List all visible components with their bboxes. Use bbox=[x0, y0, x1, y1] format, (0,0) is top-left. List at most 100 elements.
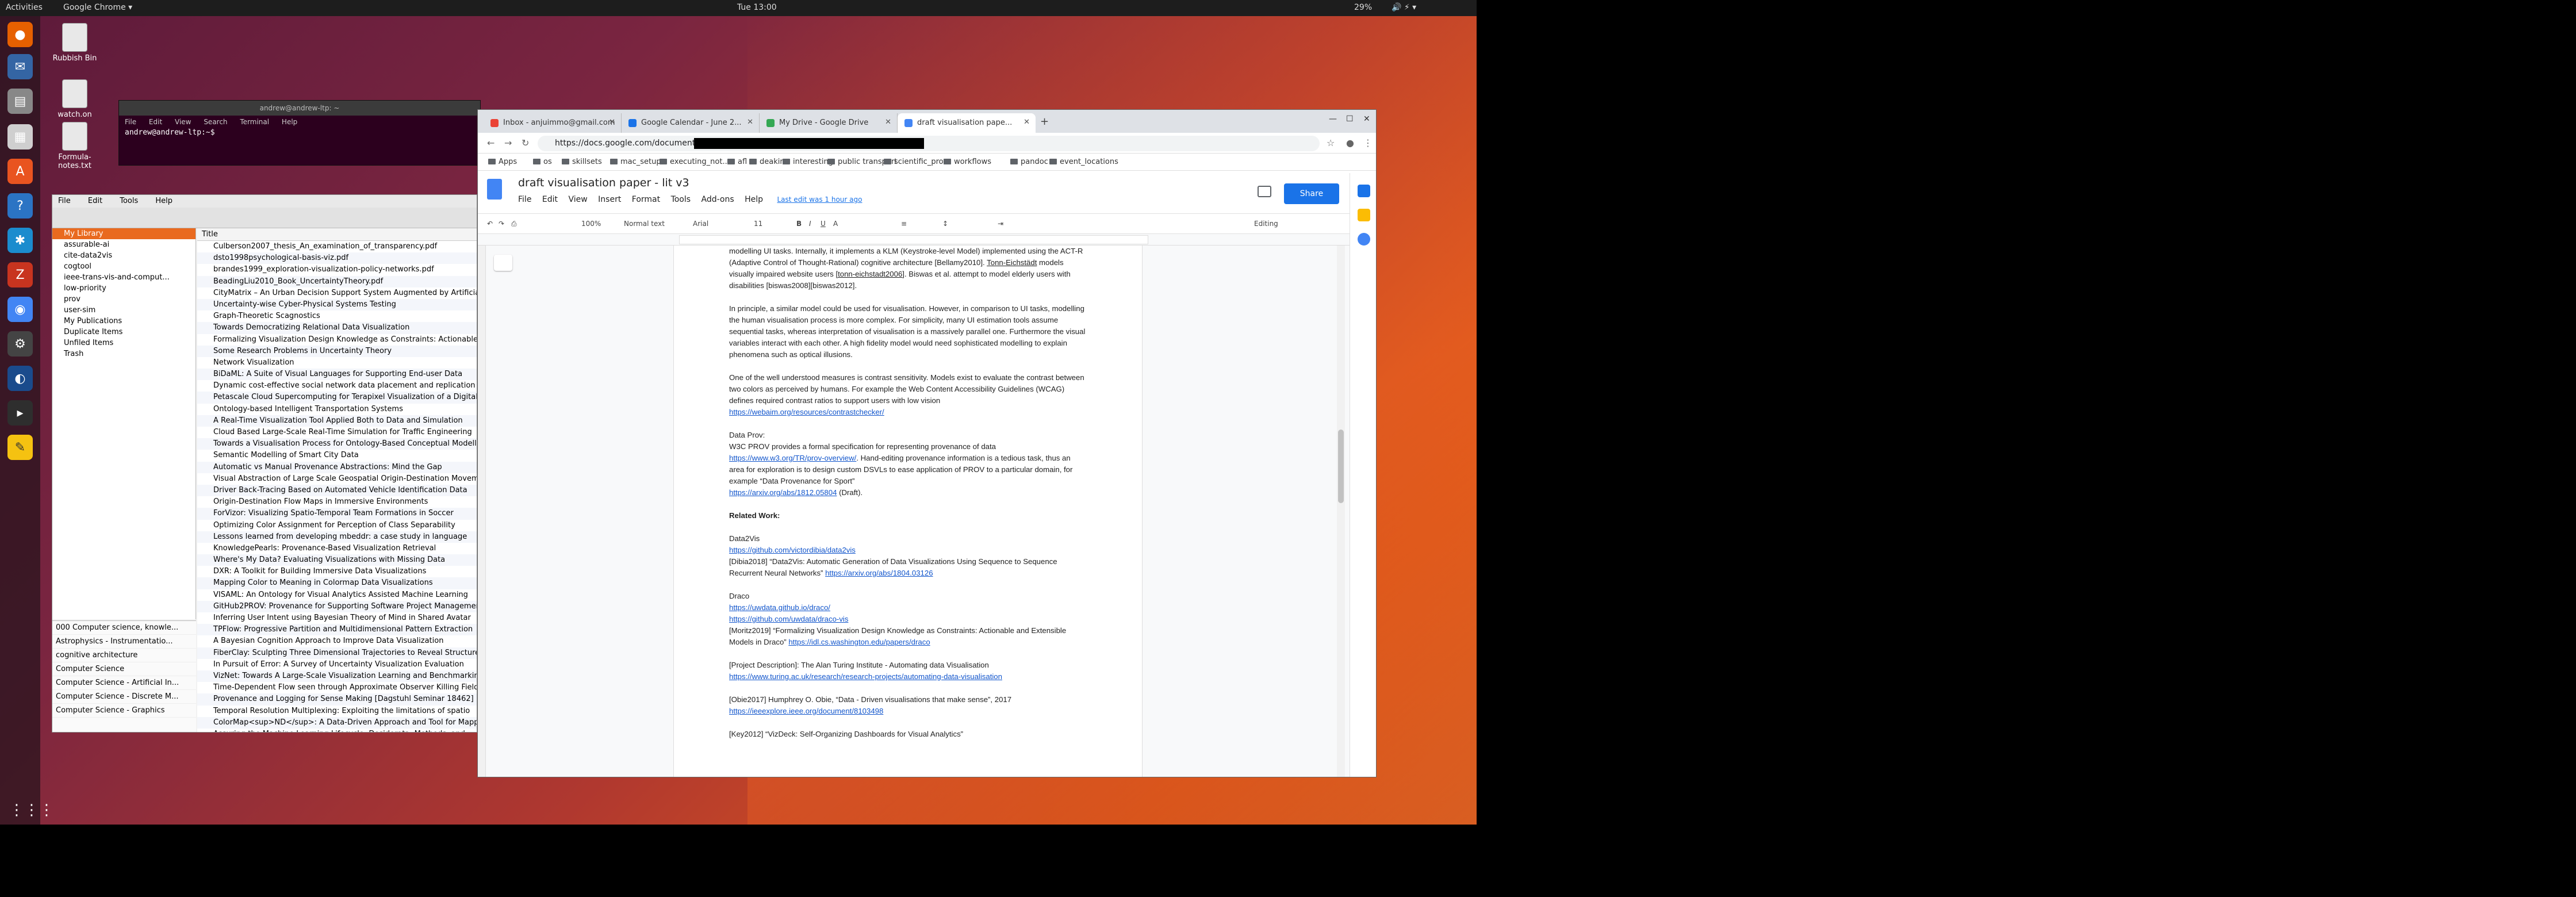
editing-mode-select[interactable]: Editing bbox=[1254, 220, 1278, 228]
library-item-row[interactable]: TPFlow: Progressive Partition and Multid… bbox=[197, 624, 477, 636]
font-select[interactable]: Arial bbox=[693, 220, 708, 228]
tag-item[interactable]: Computer Science bbox=[52, 662, 196, 676]
firefox-icon[interactable]: ● bbox=[7, 22, 33, 47]
last-edit-link[interactable]: Last edit was 1 hour ago bbox=[777, 195, 862, 204]
library-item-row[interactable]: Uncertainty-wise Cyber-Physical Systems … bbox=[197, 298, 477, 311]
line-spacing-icon[interactable]: ↕ bbox=[942, 220, 948, 228]
tag-item[interactable]: cognitive architecture bbox=[52, 649, 196, 662]
print-icon[interactable]: ⎙ bbox=[511, 220, 517, 228]
library-item-row[interactable]: Visual Abstraction of Large Scale Geospa… bbox=[197, 473, 477, 485]
help-icon[interactable]: ? bbox=[7, 193, 33, 218]
chrome-icon[interactable]: ◉ bbox=[7, 297, 33, 322]
docs-logo-icon[interactable] bbox=[487, 179, 502, 200]
files-icon[interactable]: ▤ bbox=[7, 89, 33, 114]
minimize-icon[interactable]: — bbox=[1329, 114, 1337, 124]
back-icon[interactable]: ← bbox=[487, 137, 494, 148]
new-tab-icon[interactable]: + bbox=[1040, 116, 1049, 128]
terminal-menu-terminal[interactable]: Terminal bbox=[240, 118, 269, 126]
chrome-menu-icon[interactable]: ⋮ bbox=[1363, 137, 1373, 148]
library-item-row[interactable]: A Real-Time Visualization Tool Applied B… bbox=[197, 415, 477, 427]
tag-item[interactable]: Computer Science - Discrete M... bbox=[52, 690, 196, 704]
library-item-row[interactable]: Some Research Problems in Uncertainty Th… bbox=[197, 345, 477, 357]
turing-link[interactable]: https://www.turing.ac.uk/research/resear… bbox=[729, 672, 1002, 681]
settings-icon[interactable]: ⚙ bbox=[7, 331, 33, 356]
terminal-menu-help[interactable]: Help bbox=[282, 118, 297, 126]
bookmark-folder[interactable]: interesting bbox=[783, 158, 833, 166]
terminal-icon[interactable]: ▸ bbox=[7, 400, 33, 425]
collection-item[interactable]: ieee-trans-vis-and-comput... bbox=[52, 272, 195, 283]
close-icon[interactable]: ✕ bbox=[885, 118, 891, 126]
docs-menu-view[interactable]: View bbox=[568, 195, 587, 204]
collection-item[interactable]: user-sim bbox=[52, 305, 195, 316]
library-item-row[interactable]: Dynamic cost-effective social network da… bbox=[197, 380, 477, 392]
library-item-row[interactable]: In Pursuit of Error: A Survey of Uncerta… bbox=[197, 659, 477, 670]
collection-item[interactable]: cite-data2vis bbox=[52, 250, 195, 261]
collection-item[interactable]: low-priority bbox=[52, 283, 195, 294]
close-icon[interactable]: ✕ bbox=[609, 118, 615, 126]
webaim-link[interactable]: https://webaim.org/resources/contrastche… bbox=[729, 408, 884, 416]
library-item-row[interactable]: Cloud Based Large-Scale Real-Time Simula… bbox=[197, 427, 477, 438]
tab-inbox[interactable]: Inbox - anjuimmo@gmail.com ✕ bbox=[484, 113, 622, 133]
tab-drive[interactable]: My Drive - Google Drive ✕ bbox=[760, 113, 898, 133]
docs-menu-tools[interactable]: Tools bbox=[671, 195, 691, 204]
terminal-menu-edit[interactable]: Edit bbox=[149, 118, 162, 126]
column-header-title[interactable]: Title bbox=[197, 228, 477, 241]
terminal-menu-view[interactable]: View bbox=[175, 118, 191, 126]
font-size-select[interactable]: 11 bbox=[754, 220, 762, 228]
library-item-row[interactable]: Inferring User Intent using Bayesian The… bbox=[197, 612, 477, 624]
tab-calendar[interactable]: Google Calendar - June 2... ✕ bbox=[622, 113, 760, 133]
docs-menu-help[interactable]: Help bbox=[745, 195, 763, 204]
library-item-row[interactable]: DXR: A Toolkit for Building Immersive Da… bbox=[197, 566, 477, 577]
scrollbar-thumb[interactable] bbox=[1338, 430, 1344, 503]
zotero-menu-edit[interactable]: Edit bbox=[88, 197, 102, 205]
tab-docs-active[interactable]: draft visualisation pape... ✕ bbox=[898, 113, 1036, 133]
library-item-row[interactable]: Formalizing Visualization Design Knowled… bbox=[197, 334, 477, 346]
library-item-row[interactable]: Time-Dependent Flow seen through Approxi… bbox=[197, 682, 477, 693]
collection-item[interactable]: Unfiled Items bbox=[52, 338, 195, 348]
bookmark-folder[interactable]: afl bbox=[727, 158, 747, 166]
clock[interactable]: Tue 13:00 bbox=[737, 3, 777, 12]
document-title[interactable]: draft visualisation paper - lit v3 bbox=[518, 177, 689, 189]
library-item-row[interactable]: Mapping Color to Meaning in Colormap Dat… bbox=[197, 577, 477, 589]
maximize-icon[interactable]: ☐ bbox=[1346, 114, 1354, 124]
zotero-menu-file[interactable]: File bbox=[58, 197, 71, 205]
obie-link[interactable]: https://ieeexplore.ieee.org/document/810… bbox=[729, 707, 883, 715]
library-item-row[interactable]: Culberson2007_thesis_An_examination_of_t… bbox=[197, 241, 477, 252]
library-item-row[interactable]: Network Visualization bbox=[197, 357, 477, 369]
docs-menu-file[interactable]: File bbox=[518, 195, 531, 204]
docs-menu-edit[interactable]: Edit bbox=[542, 195, 558, 204]
data2vis-github-link[interactable]: https://github.com/victordibia/data2vis bbox=[729, 546, 856, 554]
document-scrollbar[interactable] bbox=[1337, 246, 1345, 777]
document-body[interactable]: modelling UI tasks. Internally, it imple… bbox=[729, 246, 1086, 752]
keep-addon-icon[interactable] bbox=[1357, 209, 1370, 221]
library-item-row[interactable]: Ontology-based Intelligent Transportatio… bbox=[197, 404, 477, 415]
terminal-menu-file[interactable]: File bbox=[125, 118, 136, 126]
bookmark-folder[interactable]: scientific_pro... bbox=[884, 158, 950, 166]
library-item-row[interactable]: Assuring the Machine Learning Lifecycle:… bbox=[197, 729, 477, 732]
address-bar[interactable]: https://docs.google.com/document/d/ bbox=[538, 136, 1320, 151]
comments-icon[interactable] bbox=[1258, 186, 1271, 197]
terminal-prompt[interactable]: andrew@andrew-ltp:~$ bbox=[119, 128, 480, 137]
zotero-icon[interactable]: Z bbox=[7, 262, 33, 288]
close-icon[interactable]: ✕ bbox=[747, 118, 753, 126]
software-center-icon[interactable]: A bbox=[7, 159, 33, 184]
library-item-row[interactable]: ColorMap<sup>ND</sup>: A Data-Driven App… bbox=[197, 716, 477, 729]
library-item-row[interactable]: Petascale Cloud Supercomputing for Terap… bbox=[197, 392, 477, 404]
system-menu-icon[interactable]: 🔊 ⚡ ▾ bbox=[1392, 3, 1416, 12]
reload-icon[interactable]: ↻ bbox=[522, 137, 529, 148]
zotero-menu-help[interactable]: Help bbox=[155, 197, 172, 205]
library-item-row[interactable]: CityMatrix – An Urban Decision Support S… bbox=[197, 288, 477, 299]
profile-avatar[interactable]: ● bbox=[1346, 137, 1354, 148]
bold-icon[interactable]: B bbox=[796, 220, 802, 228]
bookmark-folder[interactable]: pandoc bbox=[1010, 158, 1048, 166]
library-item-row[interactable]: KnowledgePearls: Provenance-Based Visual… bbox=[197, 543, 477, 554]
desktop-icon-watch[interactable]: watch.on bbox=[46, 79, 103, 119]
battery-percent[interactable]: 29% bbox=[1354, 3, 1372, 12]
library-item-row[interactable]: Driver Back-Tracing Based on Automated V… bbox=[197, 484, 477, 497]
eclipse-icon[interactable]: ◐ bbox=[7, 366, 33, 391]
collection-item[interactable]: Duplicate Items bbox=[52, 327, 195, 338]
zotero-menu-tools[interactable]: Tools bbox=[120, 197, 138, 205]
text-color-icon[interactable]: A bbox=[833, 220, 838, 228]
library-item-row[interactable]: VISAML: An Ontology for Visual Analytics… bbox=[197, 589, 477, 601]
bookmark-folder[interactable]: deakin bbox=[749, 158, 785, 166]
